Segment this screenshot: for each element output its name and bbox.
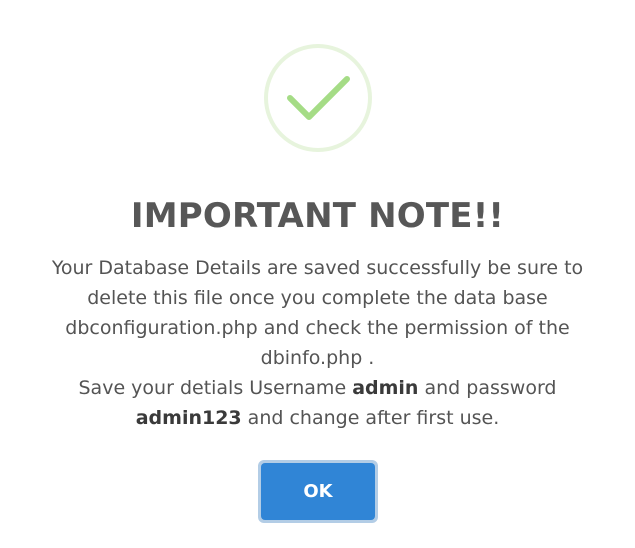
username-value: admin (352, 377, 419, 399)
message-credentials-suffix: and change after first use. (241, 407, 500, 429)
password-value: admin123 (135, 407, 242, 429)
dialog-message: Your Database Details are saved successf… (20, 253, 615, 433)
message-credentials-mid: and password (418, 377, 557, 399)
ok-button-focus-ring: OK (258, 460, 378, 523)
success-dialog: IMPORTANT NOTE!! Your Database Details a… (0, 0, 635, 548)
message-credentials-prefix: Save your detials Username (78, 377, 353, 399)
success-check-icon (263, 43, 373, 153)
message-text: Your Database Details are saved successf… (51, 257, 584, 369)
ok-button[interactable]: OK (261, 463, 375, 520)
dialog-title: IMPORTANT NOTE!! (130, 196, 505, 236)
